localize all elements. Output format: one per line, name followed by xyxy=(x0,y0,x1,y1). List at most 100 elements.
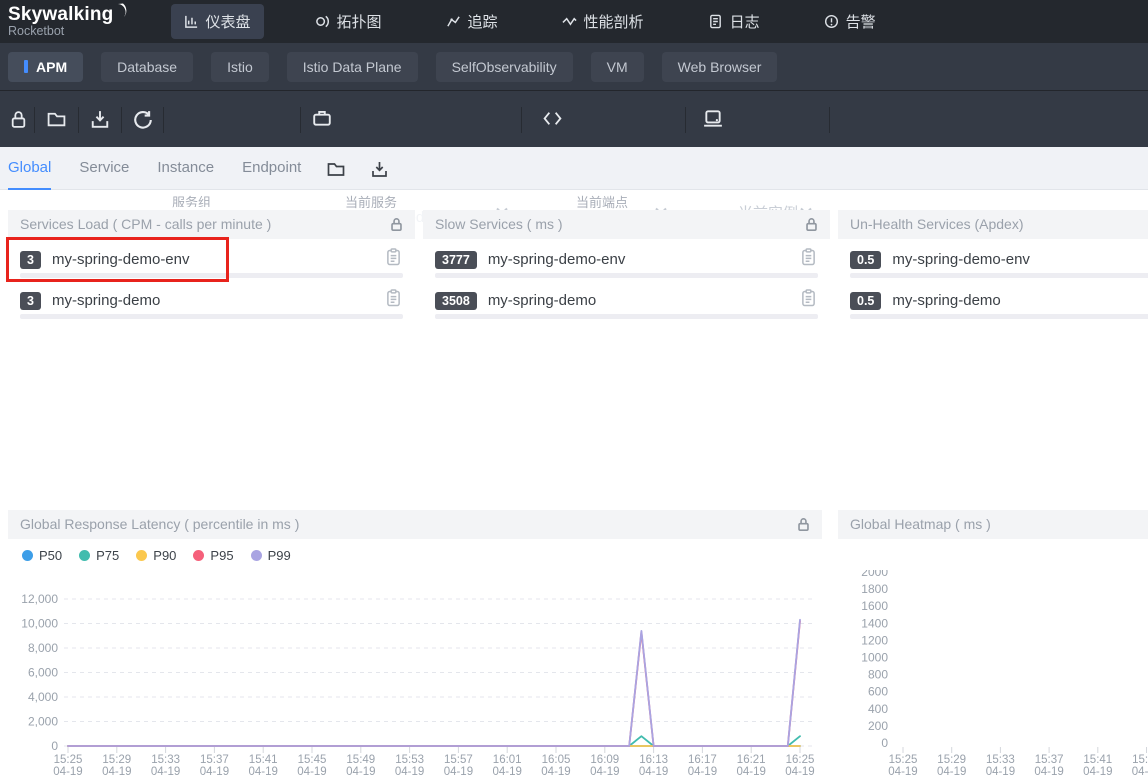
svg-text:15:41: 15:41 xyxy=(249,754,278,766)
dash-tab-vm[interactable]: VM xyxy=(591,52,644,82)
metric-badge: 3777 xyxy=(435,251,477,269)
svg-text:04-19: 04-19 xyxy=(1132,766,1148,776)
svg-text:04-19: 04-19 xyxy=(200,766,229,776)
svg-text:15:33: 15:33 xyxy=(986,754,1015,766)
panel-title: Global Response Latency ( percentile in … xyxy=(8,510,822,539)
brand-name: Skywalking xyxy=(8,5,114,24)
metric-bar xyxy=(20,273,403,278)
svg-text:15:45: 15:45 xyxy=(298,754,327,766)
divider xyxy=(521,107,522,133)
service-row[interactable]: 0.5 my-spring-demo xyxy=(838,280,1148,321)
dash-tab-istio[interactable]: Istio xyxy=(211,52,269,82)
svg-text:15:25: 15:25 xyxy=(54,754,83,766)
svg-text:0: 0 xyxy=(51,739,58,753)
service-name[interactable]: my-spring-demo-env xyxy=(488,251,626,268)
clipboard-icon[interactable] xyxy=(801,248,816,266)
svg-text:04-19: 04-19 xyxy=(53,766,82,776)
legend-item-p99[interactable]: P99 xyxy=(251,548,291,563)
service-row[interactable]: 3508 my-spring-demo xyxy=(423,280,830,321)
dash-tab-apm[interactable]: APM xyxy=(8,52,83,82)
nav-item-log[interactable]: 日志 xyxy=(695,4,773,39)
dash-tab-web-browser[interactable]: Web Browser xyxy=(662,52,778,82)
tab-instance[interactable]: Instance xyxy=(157,147,214,190)
folder-icon[interactable] xyxy=(327,161,345,177)
svg-text:15:45: 15:45 xyxy=(1132,754,1148,766)
lock-icon[interactable] xyxy=(390,217,403,232)
service-row[interactable]: 0.5 my-spring-demo-env xyxy=(838,239,1148,280)
dash-tab-label: APM xyxy=(36,59,67,75)
lock-icon[interactable] xyxy=(797,517,810,532)
clipboard-icon[interactable] xyxy=(386,248,401,266)
legend-label: P95 xyxy=(210,548,233,563)
top-nav-items: 仪表盘 拓扑图 追踪 性能剖析 日志 xyxy=(171,4,889,39)
legend-label: P50 xyxy=(39,548,62,563)
briefcase-icon xyxy=(312,108,332,128)
lock-icon[interactable] xyxy=(10,110,27,129)
tab-endpoint[interactable]: Endpoint xyxy=(242,147,301,190)
nav-item-trace[interactable]: 追踪 xyxy=(433,4,511,39)
svg-text:16:01: 16:01 xyxy=(493,754,522,766)
dash-tab-database[interactable]: Database xyxy=(101,52,193,82)
nav-item-profile[interactable]: 性能剖析 xyxy=(549,4,657,39)
metric-badge: 3 xyxy=(20,292,41,310)
dash-tab-istio-data-plane[interactable]: Istio Data Plane xyxy=(287,52,418,82)
lock-icon[interactable] xyxy=(805,217,818,232)
svg-text:16:25: 16:25 xyxy=(786,754,815,766)
folder-icon[interactable] xyxy=(47,110,66,128)
latency-legend: P50 P75 P90 P95 P99 xyxy=(22,548,291,563)
service-name[interactable]: my-spring-demo-env xyxy=(52,251,190,268)
panel-title: Un-Health Services (Apdex) xyxy=(838,210,1148,239)
legend-dot xyxy=(251,550,262,561)
legend-dot xyxy=(136,550,147,561)
service-row[interactable]: 3 my-spring-demo-env xyxy=(8,239,415,280)
divider xyxy=(829,107,830,133)
clipboard-icon[interactable] xyxy=(386,289,401,307)
nav-item-topology[interactable]: 拓扑图 xyxy=(302,4,395,39)
code-icon xyxy=(543,111,562,126)
svg-text:16:13: 16:13 xyxy=(639,754,668,766)
metric-bar xyxy=(435,273,818,278)
dash-tab-label: Istio xyxy=(227,59,253,75)
service-name[interactable]: my-spring-demo xyxy=(52,292,160,309)
legend-item-p50[interactable]: P50 xyxy=(22,548,62,563)
log-icon xyxy=(708,14,723,29)
service-name[interactable]: my-spring-demo xyxy=(892,292,1000,309)
refresh-icon[interactable] xyxy=(133,110,153,130)
service-row[interactable]: 3777 my-spring-demo-env xyxy=(423,239,830,280)
svg-text:04-19: 04-19 xyxy=(736,766,765,776)
profile-icon xyxy=(562,14,577,29)
tab-service[interactable]: Service xyxy=(79,147,129,190)
download-icon[interactable] xyxy=(371,161,388,178)
svg-text:04-19: 04-19 xyxy=(785,766,814,776)
download-icon[interactable] xyxy=(91,110,109,129)
service-row[interactable]: 3 my-spring-demo xyxy=(8,280,415,321)
svg-text:10,000: 10,000 xyxy=(21,617,58,631)
clipboard-icon[interactable] xyxy=(801,289,816,307)
legend-item-p95[interactable]: P95 xyxy=(193,548,233,563)
divider xyxy=(78,107,79,133)
svg-text:04-19: 04-19 xyxy=(639,766,668,776)
nav-item-dashboard[interactable]: 仪表盘 xyxy=(171,4,264,39)
nav-item-alarm[interactable]: 告警 xyxy=(811,4,889,39)
legend-item-p90[interactable]: P90 xyxy=(136,548,176,563)
skywalking-logo[interactable]: Skywalking Rocketbot xyxy=(8,5,129,38)
panel-title-text: Un-Health Services (Apdex) xyxy=(850,216,1024,232)
divider xyxy=(34,107,35,133)
topology-icon xyxy=(315,14,330,29)
service-name[interactable]: my-spring-demo-env xyxy=(892,251,1030,268)
latency-line-chart: 02,0004,0006,0008,00010,00012,00015:2504… xyxy=(8,570,822,776)
divider xyxy=(685,107,686,133)
svg-text:600: 600 xyxy=(868,685,888,699)
legend-item-p75[interactable]: P75 xyxy=(79,548,119,563)
svg-text:16:17: 16:17 xyxy=(688,754,717,766)
divider xyxy=(163,107,164,133)
panel-title-text: Slow Services ( ms ) xyxy=(435,216,563,232)
svg-text:04-19: 04-19 xyxy=(986,766,1015,776)
dash-tab-label: Web Browser xyxy=(678,59,762,75)
svg-text:15:49: 15:49 xyxy=(346,754,375,766)
nav-label: 性能剖析 xyxy=(584,11,644,32)
svg-text:04-19: 04-19 xyxy=(492,766,521,776)
service-name[interactable]: my-spring-demo xyxy=(488,292,596,309)
tab-global[interactable]: Global xyxy=(8,147,51,190)
dash-tab-selfobservability[interactable]: SelfObservability xyxy=(436,52,573,82)
